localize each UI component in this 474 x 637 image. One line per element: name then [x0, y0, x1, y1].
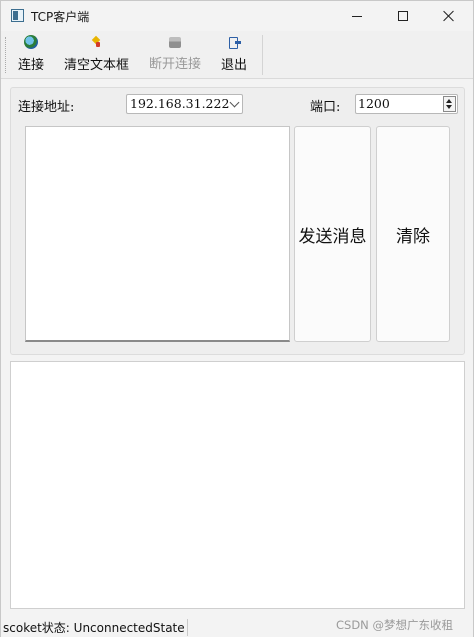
app-window-icon [11, 9, 24, 22]
clear-paint-icon [90, 35, 104, 49]
watermark: CSDN @梦想广东收租 [336, 618, 453, 632]
connect-globe-icon [24, 35, 38, 49]
send-message-button[interactable]: 发送消息 [294, 126, 371, 342]
address-label: 连接地址: [18, 100, 75, 115]
toolbar-handle[interactable] [5, 37, 8, 73]
disconnect-drive-icon [169, 37, 181, 48]
title-bar[interactable]: TCP客户端 [1, 1, 473, 31]
window-title: TCP客户端 [31, 10, 90, 24]
clear-textbox-button[interactable]: 清空文本框 [64, 33, 129, 77]
socket-status-text: scoket状态: UnconnectedState [3, 619, 188, 636]
connect-button[interactable]: 连接 [18, 33, 44, 77]
main-window: TCP客户端 连接 清空文本框 断开连接 退出 连接地址: 192.168.31… [0, 0, 474, 637]
chevron-down-icon[interactable] [229, 97, 240, 108]
maximize-icon [398, 11, 408, 21]
spin-down-arrow-icon[interactable] [446, 105, 452, 109]
toolbar: 连接 清空文本框 断开连接 退出 [1, 31, 473, 79]
clear-textbox-button-label: 清空文本框 [64, 58, 130, 73]
minimize-icon [352, 15, 362, 17]
port-label: 端口: [310, 100, 341, 115]
address-value: 192.168.31.222 [130, 96, 230, 111]
message-input[interactable] [25, 126, 290, 342]
spin-up-arrow-icon[interactable] [446, 99, 452, 103]
clear-button[interactable]: 清除 [376, 126, 450, 342]
minimize-button[interactable] [334, 1, 380, 31]
exit-door-icon [227, 35, 241, 49]
connect-button-label: 连接 [18, 58, 45, 73]
received-messages-area[interactable] [10, 361, 465, 609]
address-combobox[interactable]: 192.168.31.222 [126, 94, 243, 114]
port-stepper[interactable] [443, 96, 456, 112]
disconnect-button-label: 断开连接 [149, 57, 202, 72]
exit-button-label: 退出 [221, 58, 248, 73]
disconnect-button[interactable]: 断开连接 [149, 33, 201, 77]
port-spinbox[interactable]: 1200 [355, 94, 458, 114]
close-icon [443, 10, 455, 22]
toolbar-separator [262, 35, 263, 75]
maximize-button[interactable] [380, 1, 426, 31]
close-button[interactable] [426, 1, 472, 31]
port-value: 1200 [358, 96, 390, 111]
exit-button[interactable]: 退出 [221, 33, 247, 77]
